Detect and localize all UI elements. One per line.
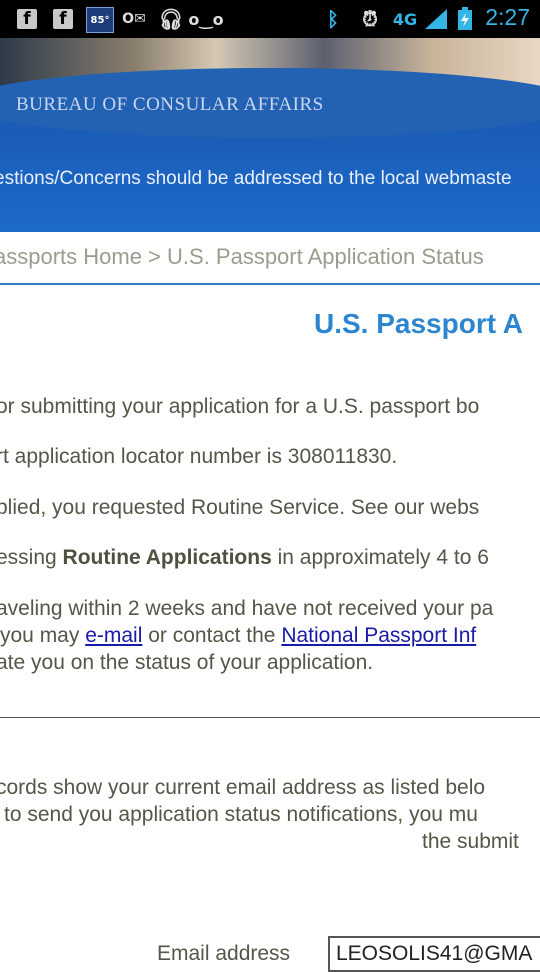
submit-instruction-text: the submit xyxy=(422,830,519,853)
signal-icon xyxy=(422,7,450,31)
email-label: Email address xyxy=(157,942,291,965)
processing-text-end: in approximately 4 to 6 xyxy=(271,546,489,569)
national-passport-info-link[interactable]: National Passport Inf xyxy=(281,624,476,647)
service-text: plied, you requested Routine Service. Se… xyxy=(0,496,480,519)
battery-charging-icon xyxy=(456,7,474,31)
breadcrumb[interactable]: assports Home > U.S. Passport Applicatio… xyxy=(0,244,484,270)
network-4g-icon: 4G xyxy=(390,7,420,31)
bluetooth-icon: ᛒ xyxy=(327,7,339,31)
divider xyxy=(0,717,540,718)
intro-text: or submitting your application for a U.S… xyxy=(0,395,480,418)
contact-text-middle: or contact the xyxy=(142,624,282,647)
divider xyxy=(0,283,540,285)
facebook-icon: f xyxy=(53,9,73,29)
signal-bars-icon xyxy=(425,9,447,29)
locator-number-text: rt application locator number is 3080118… xyxy=(0,445,398,468)
battery-icon xyxy=(458,7,472,30)
email-records-text: cords show your current email address as… xyxy=(0,776,486,799)
webmaster-notice: estions/Concerns should be addressed to … xyxy=(0,168,512,189)
org-name: BUREAU OF CONSULAR AFFAIRS xyxy=(16,94,324,115)
voicemail-icon: o‿o xyxy=(188,9,224,29)
processing-text: essing Routine Applications in approxima… xyxy=(0,546,489,570)
headphones-icon: 🎧︎ xyxy=(158,7,184,31)
clock: 2:27 xyxy=(485,4,530,30)
alarm-icon: ⏰︎ xyxy=(362,7,378,31)
facebook-icon: f xyxy=(17,9,37,29)
email-notification-text: to send you application status notificat… xyxy=(4,803,478,826)
network-type-text: 4G xyxy=(392,9,418,29)
travel-text: aveling within 2 weeks and have not rece… xyxy=(0,597,494,620)
status-bar: f f 85° O✉ 🎧︎ o‿o ᛒ ⏰︎ 4G 2:27 xyxy=(0,0,540,38)
contact-text: you may e-mail or contact the National P… xyxy=(0,624,476,648)
weather-icon: 85° xyxy=(86,7,114,33)
page-title: U.S. Passport A xyxy=(314,308,524,339)
processing-text-start: essing xyxy=(0,546,63,569)
contact-text-start: you may xyxy=(0,624,86,647)
routine-applications-text: Routine Applications xyxy=(62,546,272,569)
email-link[interactable]: e-mail xyxy=(85,624,142,647)
header-banner: BUREAU OF CONSULAR AFFAIRS estions/Conce… xyxy=(0,38,540,232)
status-update-text: ate you on the status of your applicatio… xyxy=(0,651,374,674)
temperature-text: 85° xyxy=(90,14,110,26)
email-input[interactable] xyxy=(328,936,540,972)
outlook-icon: O✉ xyxy=(122,11,146,27)
